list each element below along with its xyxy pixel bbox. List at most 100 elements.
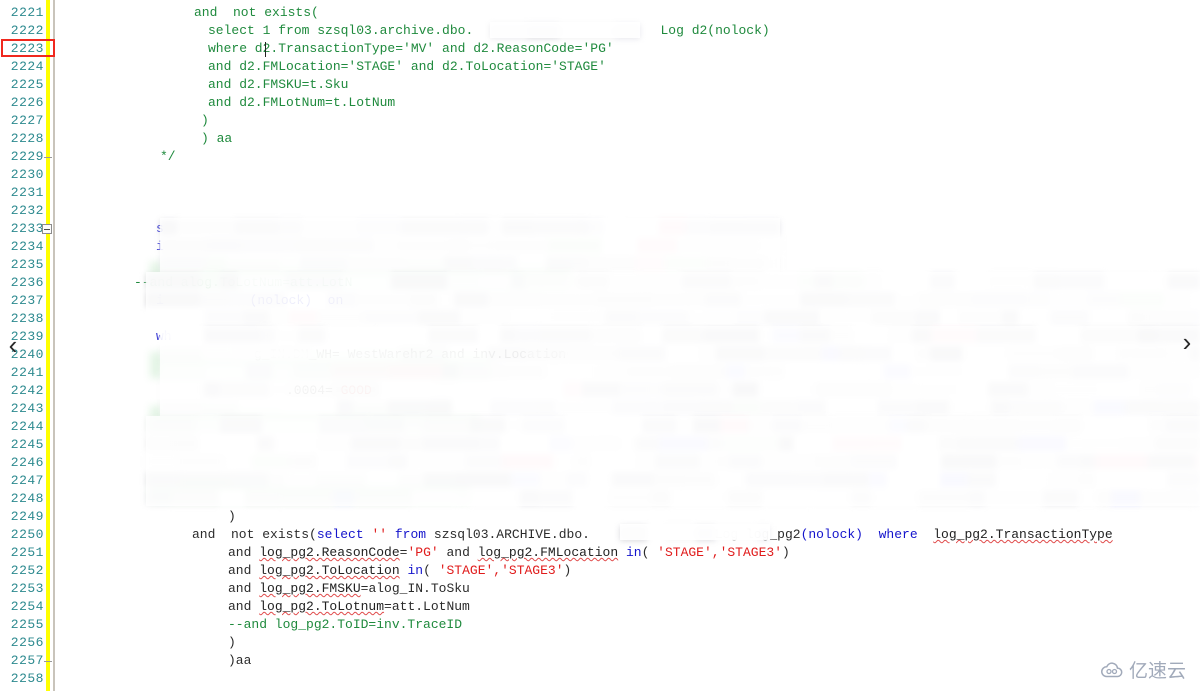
code-line[interactable]: and log_pg2.FMSKU=alog_IN.ToSku	[228, 580, 470, 598]
code-token: from	[394, 527, 427, 542]
line-number: 2236	[10, 275, 44, 290]
code-line[interactable]: select 1 from szsql03.archive.dbo. Log d…	[208, 22, 770, 40]
line-number: 2241	[10, 365, 44, 380]
code-token: ''	[371, 527, 388, 542]
code-token: select 1 from szsql03.archive.dbo.	[208, 23, 474, 38]
code-line[interactable]: s	[156, 220, 164, 238]
cloud-icon	[1101, 661, 1123, 677]
line-number: 2237	[10, 293, 44, 308]
code-token: (nolock) on	[163, 293, 344, 308]
fold-end-dash	[44, 661, 52, 662]
code-token: (	[641, 545, 658, 560]
code-line[interactable]: and not exists(	[194, 4, 319, 22]
code-token: (	[423, 563, 439, 578]
code-token: log_pg2.TransactionType	[933, 527, 1113, 542]
code-token: 'PG'	[407, 545, 439, 560]
code-token: and	[438, 545, 478, 560]
code-token: =att.LotNum	[384, 599, 470, 614]
code-token: log_pg2.FMSKU	[259, 581, 361, 596]
code-line[interactable]: and log_pg2.ToLotnum=att.LotNum	[228, 598, 470, 616]
code-line[interactable]: and d2.FMLocation='STAGE' and d2.ToLocat…	[208, 58, 606, 76]
code-token: i	[156, 293, 164, 308]
code-line[interactable]: g_IN.DM_WH= WestWarehr2 and inv.Location	[254, 346, 566, 364]
line-number: 2249	[10, 509, 44, 524]
scroll-right-arrow[interactable]: ›	[1176, 325, 1198, 359]
code-token: )aa	[228, 653, 252, 668]
code-line[interactable]: and d2.FMSKU=t.Sku	[208, 76, 348, 94]
code-line[interactable]: where d2.TransactionType='MV' and d2.Rea…	[208, 40, 614, 58]
line-number: 2244	[10, 419, 44, 434]
code-line[interactable]: )	[228, 508, 236, 526]
line-number: 2242	[10, 383, 44, 398]
scroll-left-arrow[interactable]: ‹	[2, 328, 24, 362]
code-token: szsql03.ARCHIVE.dbo.	[426, 527, 590, 542]
line-number: 2224	[10, 59, 44, 74]
code-token: ) aa	[201, 131, 233, 146]
line-number: 2256	[10, 635, 44, 650]
code-token: )	[228, 509, 236, 524]
code-line[interactable]: and log_pg2.ReasonCode='PG' and log_pg2.…	[228, 544, 790, 562]
code-token: i	[156, 239, 164, 254]
code-token: )	[563, 563, 572, 578]
code-editor-window: and not exists(select 1 from szsql03.arc…	[0, 0, 1200, 691]
code-token: wh	[156, 329, 172, 344]
code-token: in	[407, 563, 424, 578]
code-token: and not exists(	[192, 527, 317, 542]
code-line[interactable]: and d2.FMLotNum=t.LotNum	[208, 94, 395, 112]
code-token: and d2.FMLocation='STAGE' and d2.ToLocat…	[208, 59, 606, 74]
code-line[interactable]: and log_pg2.ToLocation in( 'STAGE','STAG…	[228, 562, 571, 580]
code-line[interactable]: and not exists(select '' from szsql03.AR…	[192, 526, 1113, 544]
code-token: GOOD	[340, 383, 372, 398]
line-number: 2229	[10, 149, 44, 164]
code-token: 'STAGE','STAGE3'	[438, 563, 564, 578]
code-token: select	[316, 527, 364, 542]
line-number: 2251	[10, 545, 44, 560]
code-line[interactable]: )aa	[228, 652, 251, 670]
code-surface[interactable]: and not exists(select 1 from szsql03.arc…	[56, 0, 1200, 691]
line-number: 2227	[10, 113, 44, 128]
code-token: 'STAGE','STAGE3'	[657, 545, 782, 560]
code-line[interactable]: i (nolock) on	[156, 292, 343, 310]
code-token: and	[228, 545, 260, 560]
line-number: 2252	[10, 563, 44, 578]
code-line[interactable]: .0004= GOOD	[286, 382, 372, 400]
code-token: )	[201, 113, 209, 128]
code-token: =alog_IN.ToSku	[360, 581, 470, 596]
line-number: 2235	[10, 257, 44, 272]
code-token: and	[228, 599, 260, 614]
code-token: in	[625, 545, 642, 560]
line-number: 2255	[10, 617, 44, 632]
text-caret	[265, 42, 266, 57]
code-token: --and alog.ToLotNum=att.LotN	[134, 275, 353, 290]
code-token: Log d2(nolock)	[660, 23, 770, 38]
line-number: 2238	[10, 311, 44, 326]
code-line[interactable]: ) aa	[201, 130, 232, 148]
code-token: )	[228, 635, 236, 650]
line-number: 2254	[10, 599, 44, 614]
code-line[interactable]: wh	[156, 328, 172, 346]
code-line[interactable]: --and alog.ToLotNum=att.LotN	[134, 274, 352, 292]
code-token: log_pg2.ToLocation	[259, 563, 400, 578]
code-token: s	[156, 221, 164, 236]
code-line[interactable]: --and log_pg2.ToID=inv.TraceID	[228, 616, 462, 634]
code-line[interactable]: )	[228, 634, 236, 652]
code-line[interactable]: */	[160, 148, 176, 166]
code-line[interactable]: i	[156, 238, 164, 256]
code-folding-column[interactable]	[42, 0, 56, 691]
fold-collapse-box[interactable]	[42, 224, 52, 234]
line-number: 2225	[10, 77, 44, 92]
line-number: 2243	[10, 401, 44, 416]
line-number: 2223	[10, 41, 44, 56]
code-token: .0004=	[286, 383, 341, 398]
code-token: where d2.TransactionType='MV' and d2.Rea…	[208, 41, 614, 56]
line-number: 2233	[10, 221, 44, 236]
code-line[interactable]: )	[201, 112, 209, 130]
line-number: 2247	[10, 473, 44, 488]
watermark: 亿速云	[1100, 656, 1186, 683]
line-number: 2234	[10, 239, 44, 254]
watermark-text: 亿速云	[1128, 661, 1186, 682]
